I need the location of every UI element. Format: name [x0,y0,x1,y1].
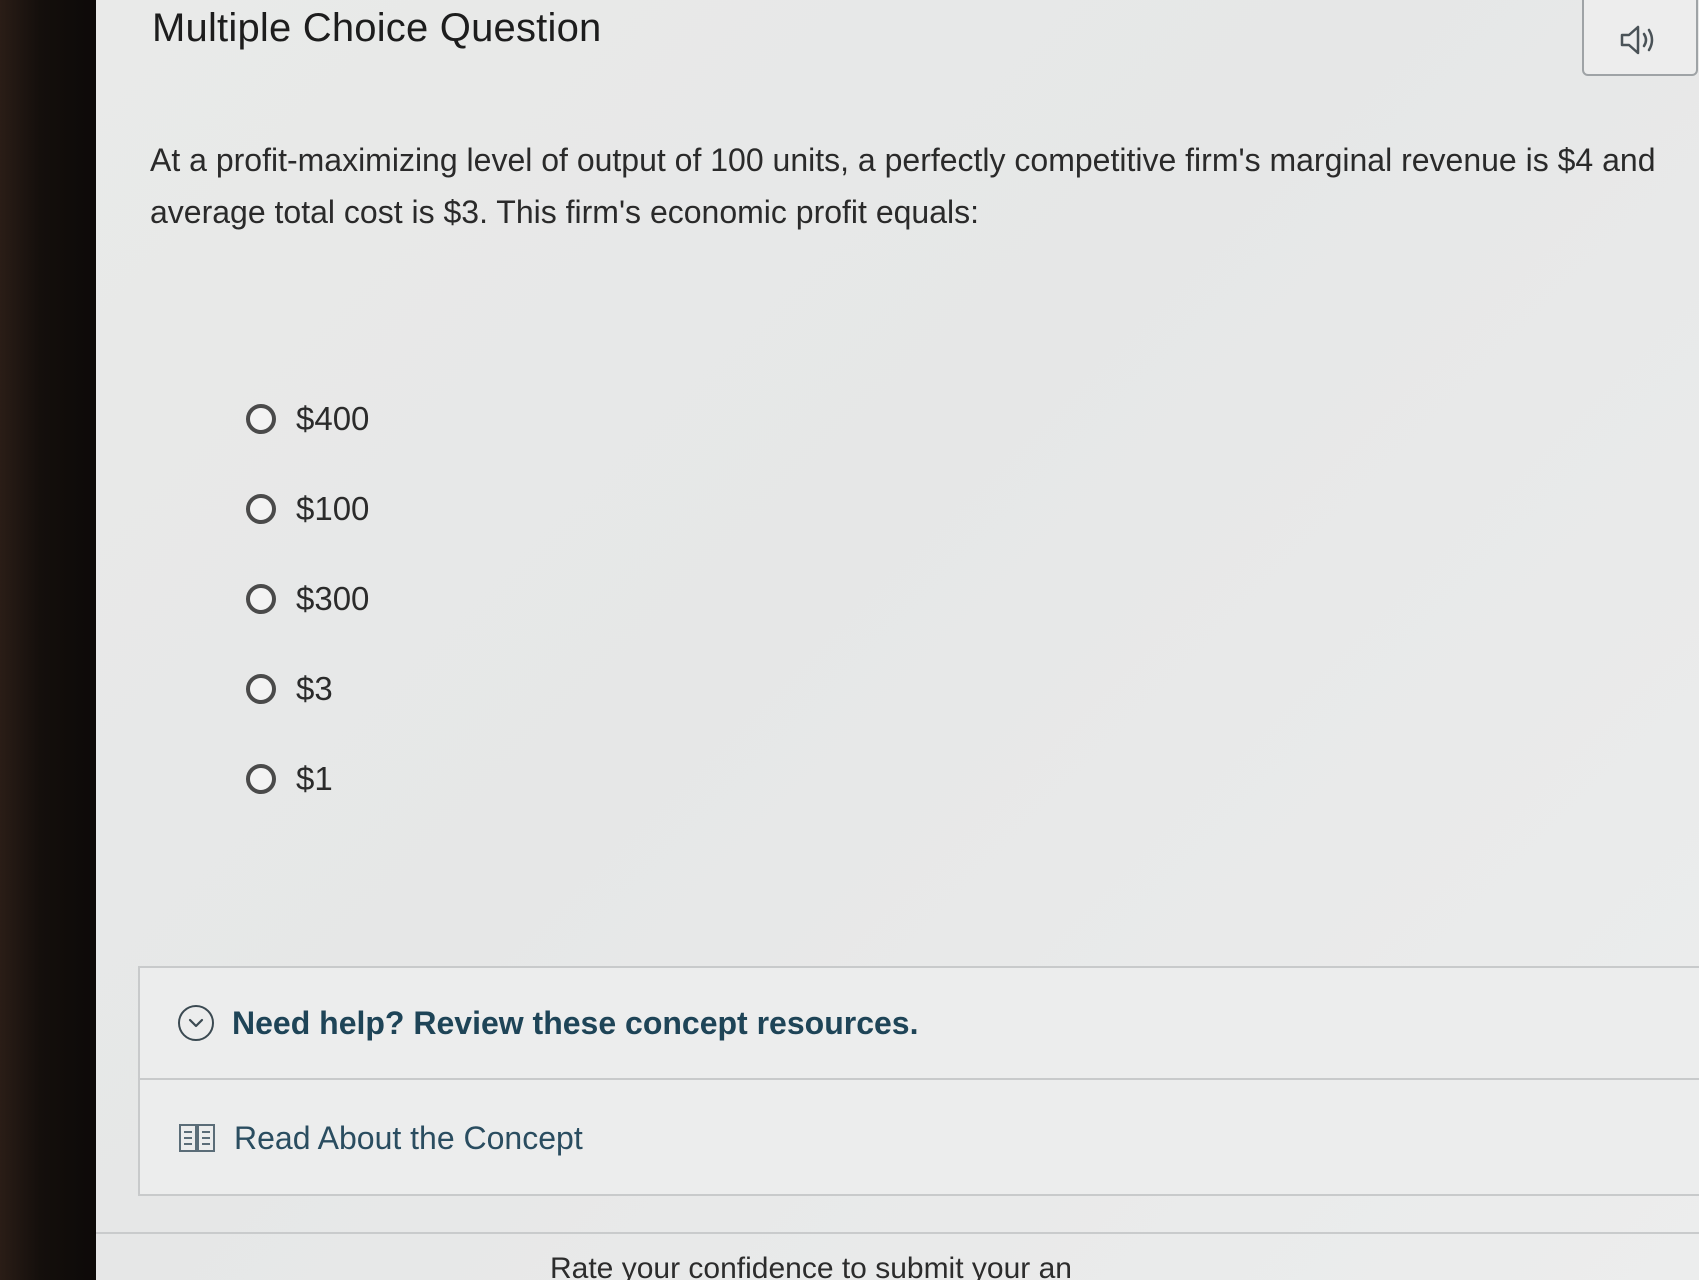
choice-option[interactable]: $1 [246,760,333,798]
concept-resources-heading: Need help? Review these concept resource… [232,1004,919,1041]
concept-resources-toggle[interactable]: Need help? Review these concept resource… [140,968,1699,1080]
choice-option[interactable]: $100 [246,490,369,528]
concept-resources-panel: Need help? Review these concept resource… [138,966,1699,1196]
speaker-icon [1620,25,1654,55]
confidence-prompt: Rate your confidence to submit your an [550,1252,1072,1280]
question-prompt: At a profit-maximizing level of output o… [150,142,1656,230]
radio-button[interactable] [246,404,276,434]
read-aloud-button[interactable] [1582,0,1698,76]
choice-option[interactable]: $3 [246,670,333,708]
read-about-concept-label: Read About the Concept [234,1119,583,1156]
choice-option[interactable]: $300 [246,580,369,618]
book-icon [179,1124,215,1152]
choice-label: $300 [296,580,370,617]
choice-label: $400 [296,400,370,437]
radio-button[interactable] [246,764,276,794]
choice-label: $1 [296,760,333,797]
radio-button[interactable] [246,674,276,704]
page-title: Multiple Choice Question [152,6,602,50]
choice-label: $100 [296,490,370,527]
radio-button[interactable] [246,494,276,524]
question-screen: Multiple Choice Question At a profit-max… [96,0,1699,1280]
monitor-bezel [0,0,100,1280]
choice-option[interactable]: $400 [246,400,369,438]
chevron-down-icon [178,1005,214,1041]
read-about-concept-link[interactable]: Read About the Concept [140,1082,1699,1194]
section-divider [96,1232,1699,1234]
choice-label: $3 [296,670,333,707]
radio-button[interactable] [246,584,276,614]
